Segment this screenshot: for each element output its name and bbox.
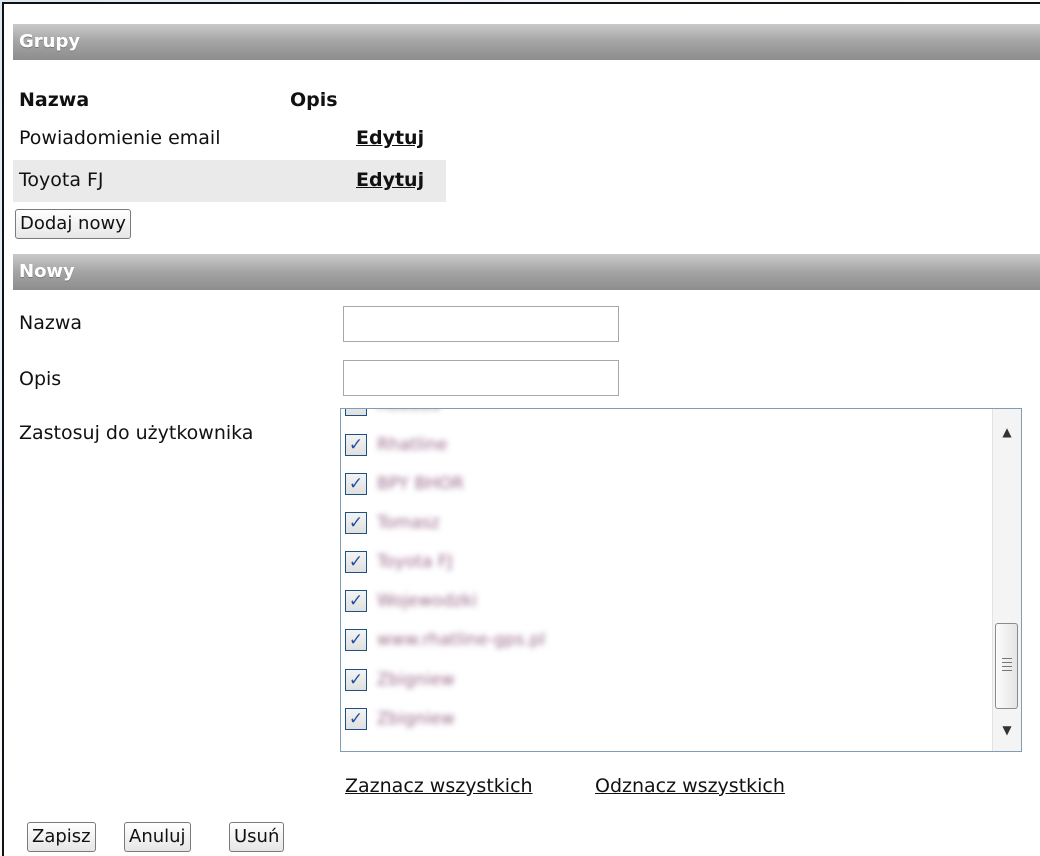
scrollbar-thumb[interactable] <box>995 623 1018 709</box>
list-item[interactable]: ✓ Zbigniew <box>345 664 945 700</box>
checkbox-icon[interactable] <box>345 409 367 416</box>
group-name: Toyota FJ <box>19 169 104 191</box>
list-item[interactable]: ✓ Wojewodzki <box>345 585 945 621</box>
groups-panel: Grupy Nazwa Opis Powiadomienie email Edy… <box>2 2 1040 856</box>
edit-group-link[interactable]: Edytuj <box>356 127 424 149</box>
grip-icon <box>1002 658 1012 672</box>
checkbox-icon[interactable]: ✓ <box>345 473 367 495</box>
description-field-label: Opis <box>19 368 62 390</box>
list-item[interactable]: ✓ Zbigniew <box>345 703 945 739</box>
list-item[interactable]: ✓ Rhatline <box>345 429 945 465</box>
add-new-button[interactable]: Dodaj nowy <box>15 209 131 239</box>
save-button[interactable]: Zapisz <box>27 822 96 852</box>
apply-to-user-label: Zastosuj do użytkownika <box>19 422 254 444</box>
group-name: Powiadomienie email <box>19 127 221 149</box>
checkbox-icon[interactable]: ✓ <box>345 629 367 651</box>
groups-section-header: Grupy <box>13 24 1040 60</box>
user-name: Zbigniew <box>377 709 455 729</box>
list-item[interactable]: ✓ Toyota FJ <box>345 546 945 582</box>
description-input[interactable] <box>343 360 619 396</box>
edit-group-link[interactable]: Edytuj <box>356 169 424 191</box>
column-header-description: Opis <box>290 89 338 111</box>
scroll-down-arrow-icon[interactable]: ▼ <box>993 715 1021 745</box>
cancel-button[interactable]: Anuluj <box>124 822 191 852</box>
select-all-link[interactable]: Zaznacz wszystkich <box>345 775 533 797</box>
user-name: Zbigniew <box>377 670 455 690</box>
deselect-all-link[interactable]: Odznacz wszystkich <box>595 775 785 797</box>
user-name: Wojewodzki <box>377 591 477 611</box>
group-row: Toyota FJ Edytuj <box>13 160 446 202</box>
list-item[interactable]: ✓ BPY BHOR <box>345 468 945 504</box>
user-name: Rhatline <box>377 435 448 455</box>
group-row: Powiadomienie email Edytuj <box>13 118 446 160</box>
list-scrollbar[interactable]: ▲ ▼ <box>992 409 1021 751</box>
user-name: Tomasz <box>377 513 440 533</box>
checkbox-icon[interactable]: ✓ <box>345 669 367 691</box>
user-name: BPY BHOR <box>377 474 464 494</box>
checkbox-icon[interactable]: ✓ <box>345 590 367 612</box>
user-name: Aaaaaa <box>377 409 441 415</box>
user-name: www.rhatline-gps.pl <box>377 630 546 650</box>
checkbox-icon[interactable]: ✓ <box>345 708 367 730</box>
delete-button[interactable]: Usuń <box>229 822 285 852</box>
checkbox-icon[interactable]: ✓ <box>345 551 367 573</box>
user-checkbox-list[interactable]: Aaaaaa ✓ Rhatline ✓ BPY BHOR ✓ Tomasz ✓ … <box>340 408 1022 752</box>
list-item[interactable]: ✓ Tomasz <box>345 507 945 543</box>
user-name: Toyota FJ <box>377 552 453 572</box>
checkbox-icon[interactable]: ✓ <box>345 434 367 456</box>
new-section-header: Nowy <box>13 254 1040 290</box>
scroll-up-arrow-icon[interactable]: ▲ <box>993 417 1021 447</box>
list-item[interactable]: Aaaaaa <box>345 409 945 425</box>
name-field-label: Nazwa <box>19 312 83 334</box>
name-input[interactable] <box>343 306 619 342</box>
column-header-name: Nazwa <box>19 89 90 111</box>
checkbox-icon[interactable]: ✓ <box>345 512 367 534</box>
list-item[interactable]: ✓ www.rhatline-gps.pl <box>345 624 945 660</box>
